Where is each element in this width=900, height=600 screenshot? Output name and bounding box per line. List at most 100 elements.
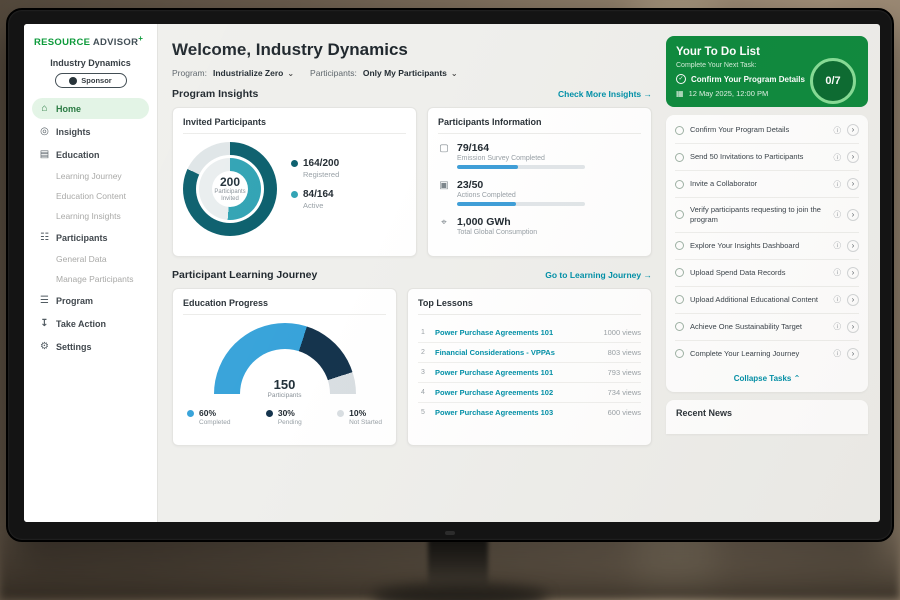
task-label: Send 50 Invitations to Participants	[690, 152, 828, 162]
insights-cards-row: Invited Participants 200 Participants In…	[172, 107, 652, 257]
task-checkbox[interactable]	[675, 153, 684, 162]
legend-label: Registered	[303, 170, 339, 179]
task-row-confirm-program[interactable]: Confirm Your Program Details ⓘ ›	[675, 117, 859, 144]
stat-global-consumption: ⌖ 1,000 GWh Total Global Consumption	[438, 216, 641, 239]
sidebar-item-manage-participants[interactable]: Manage Participants	[32, 270, 149, 288]
page-title: Welcome, Industry Dynamics	[172, 40, 652, 60]
sidebar: RESOURCE ADVISOR+ Industry Dynamics Spon…	[24, 24, 158, 522]
lesson-views: 734 views	[608, 388, 641, 397]
sidebar-item-general-data[interactable]: General Data	[32, 250, 149, 268]
lesson-rank: 5	[418, 409, 428, 416]
chevron-right-icon[interactable]: ›	[847, 348, 859, 360]
go-to-learning-journey-link[interactable]: Go to Learning Journey →	[545, 270, 652, 280]
task-row-explore-insights[interactable]: Explore Your Insights Dashboard ⓘ ›	[675, 233, 859, 260]
task-row-verify-participants[interactable]: Verify participants requesting to join t…	[675, 198, 859, 233]
chevron-right-icon[interactable]: ›	[847, 294, 859, 306]
sidebar-item-take-action[interactable]: ↧ Take Action	[32, 313, 149, 334]
sponsor-badge[interactable]: Sponsor	[55, 73, 127, 88]
collapse-tasks-link[interactable]: Collapse Tasks ⌃	[675, 367, 859, 388]
task-row-invite-collaborator[interactable]: Invite a Collaborator ⓘ ›	[675, 171, 859, 198]
chevron-down-icon: ⌄	[451, 69, 458, 78]
lesson-views: 1000 views	[603, 328, 641, 337]
actions-icon: ▣	[438, 179, 450, 206]
task-label: Upload Additional Educational Content	[690, 295, 828, 305]
task-row-send-invitations[interactable]: Send 50 Invitations to Participants ⓘ ›	[675, 144, 859, 171]
task-row-complete-learning-journey[interactable]: Complete Your Learning Journey ⓘ ›	[675, 341, 859, 367]
sidebar-item-home[interactable]: ⌂ Home	[32, 98, 149, 119]
sidebar-item-education[interactable]: ▤ Education	[32, 144, 149, 165]
lesson-link[interactable]: Financial Considerations - VPPAs	[435, 348, 601, 357]
lesson-link[interactable]: Power Purchase Agreements 103	[435, 408, 601, 417]
task-row-upload-educational-content[interactable]: Upload Additional Educational Content ⓘ …	[675, 287, 859, 314]
lesson-link[interactable]: Power Purchase Agreements 101	[435, 368, 601, 377]
info-icon: ⓘ	[834, 179, 842, 190]
program-filter-dropdown[interactable]: Industrialize Zero ⌄	[213, 68, 294, 78]
legend-value: 84/164	[303, 189, 334, 200]
info-icon: ⓘ	[834, 321, 842, 332]
legend-dot-active	[291, 191, 298, 198]
gauge-center-value: 150	[210, 377, 360, 392]
chevron-right-icon[interactable]: ›	[847, 151, 859, 163]
lesson-link[interactable]: Power Purchase Agreements 101	[435, 328, 596, 337]
sidebar-item-label: Home	[56, 104, 81, 114]
check-more-insights-link[interactable]: Check More Insights →	[558, 89, 652, 99]
gauge-center: 150 Participants	[210, 377, 360, 399]
task-row-achieve-target[interactable]: Achieve One Sustainability Target ⓘ ›	[675, 314, 859, 341]
task-checkbox[interactable]	[675, 180, 684, 189]
stat-value: 23/50	[457, 179, 585, 191]
screen: RESOURCE ADVISOR+ Industry Dynamics Spon…	[24, 24, 880, 522]
todo-tasks-card: Confirm Your Program Details ⓘ › Send 50…	[666, 115, 868, 392]
legend-label: Completed	[199, 419, 230, 426]
sidebar-item-learning-journey[interactable]: Learning Journey	[32, 167, 149, 185]
chevron-right-icon[interactable]: ›	[847, 321, 859, 333]
card-title: Top Lessons	[418, 298, 641, 315]
logo-resource: RESOURCE	[34, 37, 90, 48]
legend-completed: 60% Completed	[187, 408, 230, 426]
legend-dot-not-started	[337, 410, 344, 417]
sidebar-item-label: Education	[56, 150, 100, 160]
sidebar-item-label: Take Action	[56, 319, 106, 329]
invited-participants-card: Invited Participants 200 Participants In…	[172, 107, 417, 257]
chevron-down-icon: ⌄	[287, 69, 294, 78]
participants-filter-value: Only My Participants	[363, 68, 447, 78]
program-filter-value: Industrialize Zero	[213, 68, 283, 78]
todo-next-task[interactable]: ✓ Confirm Your Program Details	[676, 74, 816, 84]
sidebar-item-label: Settings	[56, 342, 92, 352]
sidebar-item-program[interactable]: ☰ Program	[32, 290, 149, 311]
task-checkbox[interactable]	[675, 349, 684, 358]
filters-row: Program: Industrialize Zero ⌄ Participan…	[172, 68, 652, 78]
chevron-right-icon[interactable]: ›	[847, 178, 859, 190]
task-checkbox[interactable]	[675, 241, 684, 250]
top-lessons-card: Top Lessons 1 Power Purchase Agreements …	[407, 288, 652, 446]
legend-pending: 30% Pending	[266, 408, 302, 426]
sidebar-item-education-content[interactable]: Education Content	[32, 187, 149, 205]
program-icon: ☰	[39, 295, 50, 306]
task-row-upload-spend-data[interactable]: Upload Spend Data Records ⓘ ›	[675, 260, 859, 287]
task-checkbox[interactable]	[675, 295, 684, 304]
task-checkbox[interactable]	[675, 126, 684, 135]
stat-emission-survey: ▢ 79/164 Emission Survey Completed	[438, 142, 641, 169]
main-content: Welcome, Industry Dynamics Program: Indu…	[158, 24, 666, 522]
lesson-row: 1 Power Purchase Agreements 101 1000 vie…	[418, 323, 641, 343]
legend-not-started: 10% Not Started	[337, 408, 382, 426]
chevron-right-icon[interactable]: ›	[847, 209, 859, 221]
task-checkbox[interactable]	[675, 322, 684, 331]
card-title: Education Progress	[183, 298, 386, 315]
progress-track	[457, 202, 585, 206]
task-checkbox[interactable]	[675, 210, 684, 219]
lesson-rank: 3	[418, 369, 428, 376]
legend-label: Pending	[278, 419, 302, 426]
stat-label: Total Global Consumption	[457, 229, 537, 236]
chevron-right-icon[interactable]: ›	[847, 240, 859, 252]
sidebar-item-settings[interactable]: ⚙ Settings	[32, 336, 149, 357]
chevron-right-icon[interactable]: ›	[847, 124, 859, 136]
sidebar-item-insights[interactable]: ◎ Insights	[32, 121, 149, 142]
settings-icon: ⚙	[39, 341, 50, 352]
consumption-location-icon: ⌖	[438, 216, 450, 239]
participants-filter-dropdown[interactable]: Only My Participants ⌄	[363, 68, 458, 78]
sidebar-item-learning-insights[interactable]: Learning Insights	[32, 207, 149, 225]
chevron-right-icon[interactable]: ›	[847, 267, 859, 279]
sidebar-item-participants[interactable]: ☷ Participants	[32, 227, 149, 248]
task-checkbox[interactable]	[675, 268, 684, 277]
lesson-link[interactable]: Power Purchase Agreements 102	[435, 388, 601, 397]
